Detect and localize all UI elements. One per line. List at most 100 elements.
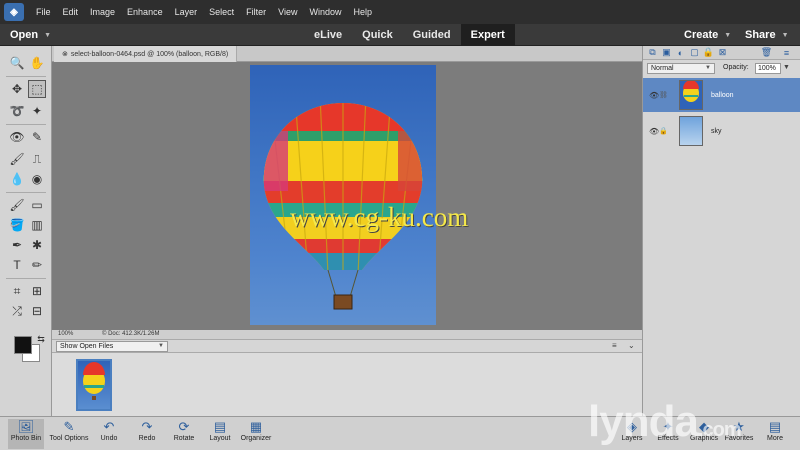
task-label: Photo Bin: [10, 435, 42, 442]
quick-selection-tool-icon[interactable]: ✦: [28, 102, 46, 120]
swap-colors-icon[interactable]: ⇆: [32, 330, 50, 348]
menu-file[interactable]: File: [30, 7, 57, 17]
adjustment-layer-icon[interactable]: ◐: [675, 47, 686, 58]
smart-brush-tool-icon[interactable]: 🖌: [8, 150, 26, 168]
gradient-tool-icon[interactable]: ▥: [28, 216, 46, 234]
close-icon[interactable]: ⊗: [62, 50, 68, 58]
organizer-icon: ▦: [249, 419, 263, 434]
opacity-input[interactable]: 100%: [755, 63, 781, 74]
share-label: Share: [745, 29, 776, 41]
panel-menu-icon[interactable]: ≡: [612, 341, 617, 350]
menu-select[interactable]: Select: [203, 7, 240, 17]
recompose-tool-icon[interactable]: ⊞: [28, 282, 46, 300]
open-button[interactable]: Open ▼: [10, 26, 68, 44]
eraser-tool-icon[interactable]: ▭: [28, 196, 46, 214]
lock-icon[interactable]: 🔒: [659, 127, 668, 135]
task-label: Layout: [209, 435, 231, 442]
more-button[interactable]: ▤ More: [762, 419, 788, 449]
bin-thumbnail[interactable]: [76, 359, 112, 411]
menu-window[interactable]: Window: [303, 7, 347, 17]
organizer-button[interactable]: ▦ Organizer: [238, 419, 274, 449]
new-group-icon[interactable]: ▣: [661, 47, 672, 58]
layer-name: sky: [711, 127, 722, 135]
document-tab[interactable]: ⊗ select-balloon-0464.psd @ 100% (balloo…: [54, 46, 238, 62]
lock-all-icon[interactable]: 🔒: [703, 47, 714, 58]
tab-elive[interactable]: eLive: [304, 24, 352, 46]
balloon-photo[interactable]: [250, 65, 436, 325]
menu-view[interactable]: View: [272, 7, 303, 17]
zoom-readout[interactable]: 100%: [58, 330, 98, 339]
menu-image[interactable]: Image: [84, 7, 121, 17]
menu-help[interactable]: Help: [347, 7, 378, 17]
blend-mode-select[interactable]: Normal ▼: [647, 63, 715, 74]
trash-icon[interactable]: 🗑: [761, 47, 772, 58]
panel-menu-icon[interactable]: ≡: [781, 47, 792, 58]
menu-enhance[interactable]: Enhance: [121, 7, 169, 17]
brand-text: lynda: [588, 397, 699, 446]
link-icon[interactable]: ⛓: [659, 91, 668, 99]
tab-guided[interactable]: Guided: [403, 24, 461, 46]
custom-shape-tool-icon[interactable]: ✱: [28, 236, 46, 254]
opacity-label: Opacity:: [723, 64, 749, 71]
tool-options-button[interactable]: ✎ Tool Options: [46, 419, 92, 449]
create-button[interactable]: Create ▼: [684, 26, 731, 44]
hand-tool-icon[interactable]: ✋: [28, 54, 46, 72]
document-info: © Doc: 412.3K/1.26M: [102, 330, 159, 339]
marquee-tool-icon[interactable]: ⬚: [28, 80, 46, 98]
brush-tool-icon[interactable]: 🖌: [8, 196, 26, 214]
new-layer-icon[interactable]: ⧉: [647, 47, 658, 58]
rotate-button[interactable]: ⟳ Rotate: [170, 419, 198, 449]
foreground-color-swatch[interactable]: [14, 336, 32, 354]
type-tool-icon[interactable]: T: [8, 256, 26, 274]
paint-bucket-tool-icon[interactable]: 🪣: [8, 216, 26, 234]
layer-row-sky[interactable]: 👁 🔒 sky: [643, 114, 800, 148]
visibility-eye-icon[interactable]: 👁: [649, 127, 659, 136]
menu-layer[interactable]: Layer: [169, 7, 204, 17]
crop-tool-icon[interactable]: ⌗: [8, 282, 26, 300]
photo-bin-button[interactable]: 🖼 Photo Bin: [8, 419, 44, 449]
tab-expert[interactable]: Expert: [460, 24, 515, 46]
task-label: Tool Options: [49, 435, 89, 442]
layer-thumbnail: [679, 116, 703, 146]
chevron-down-icon[interactable]: ⌄: [628, 341, 635, 350]
lock-transparent-icon[interactable]: ⊠: [717, 47, 728, 58]
menu-filter[interactable]: Filter: [240, 7, 272, 17]
spot-healing-tool-icon[interactable]: ✎: [28, 128, 46, 146]
brand-watermark: lynda.com: [588, 397, 742, 447]
content-aware-move-tool-icon[interactable]: ⤮: [8, 302, 26, 320]
balloon-thumbnail-illustration: [83, 362, 105, 400]
sponge-tool-icon[interactable]: ◉: [28, 170, 46, 188]
rotate-icon: ⟳: [178, 419, 190, 434]
photo-bin-icon: 🖼: [17, 419, 35, 434]
clone-stamp-tool-icon[interactable]: ⎍: [28, 150, 46, 168]
chevron-down-icon[interactable]: ▼: [783, 64, 790, 71]
task-label: Redo: [138, 435, 156, 442]
zoom-tool-icon[interactable]: 🔍: [8, 54, 26, 72]
eyedropper-tool-icon[interactable]: ✒: [8, 236, 26, 254]
straighten-tool-icon[interactable]: ⊟: [28, 302, 46, 320]
toolbox-divider: [6, 76, 46, 77]
share-button[interactable]: Share ▼: [745, 26, 789, 44]
blur-tool-icon[interactable]: 💧: [8, 170, 26, 188]
menu-edit[interactable]: Edit: [57, 7, 85, 17]
blend-row: Normal ▼ Opacity: 100% ▼: [643, 62, 800, 76]
layer-row-balloon[interactable]: 👁 ⛓ balloon: [643, 78, 800, 112]
tab-quick[interactable]: Quick: [352, 24, 403, 46]
redo-button[interactable]: ↷ Redo: [134, 419, 160, 449]
visibility-eye-icon[interactable]: 👁: [649, 91, 659, 100]
undo-button[interactable]: ↶ Undo: [96, 419, 122, 449]
balloon-layer-thumbnail: [683, 81, 699, 102]
redo-icon: ↷: [141, 419, 153, 434]
red-eye-tool-icon[interactable]: 👁: [8, 128, 26, 146]
task-label: More: [767, 435, 783, 442]
layout-button[interactable]: ▤ Layout: [206, 419, 234, 449]
mode-bar: Open ▼ eLive Quick Guided Expert Create …: [0, 24, 800, 46]
create-label: Create: [684, 29, 719, 41]
layer-mask-icon[interactable]: ▢: [689, 47, 700, 58]
pencil-tool-icon[interactable]: ✏: [28, 256, 46, 274]
show-files-select[interactable]: Show Open Files ▼: [56, 341, 168, 352]
canvas-area[interactable]: www.cg-ku.com: [52, 62, 642, 330]
mode-tabs: eLive Quick Guided Expert: [304, 24, 515, 46]
move-tool-icon[interactable]: ✥: [8, 80, 26, 98]
lasso-tool-icon[interactable]: ➰: [8, 102, 26, 120]
